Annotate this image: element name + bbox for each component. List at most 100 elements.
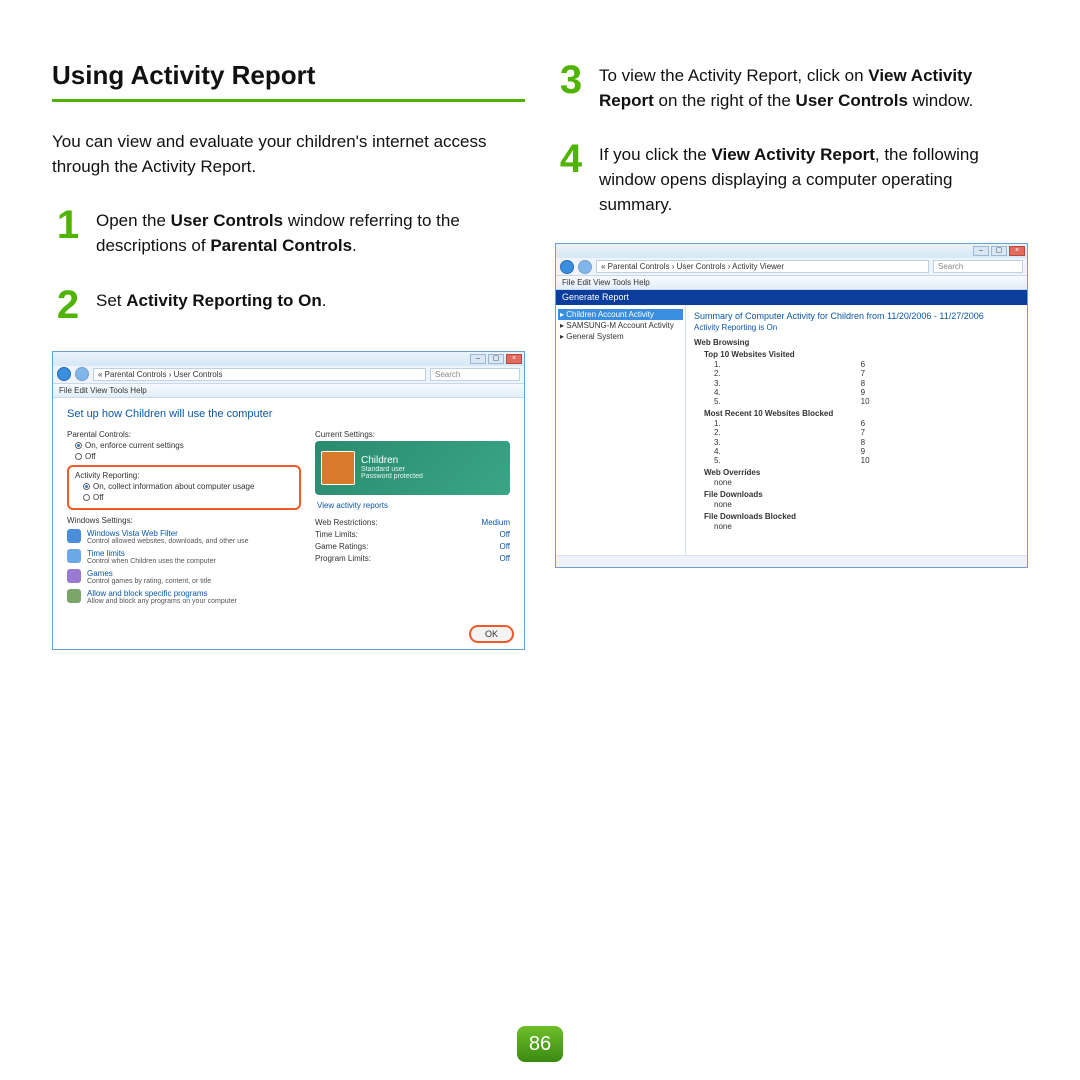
t: Control allowed websites, downloads, and… [87,538,249,545]
setting-games[interactable]: GamesControl games by rating, content, o… [67,569,301,585]
close-button[interactable]: × [1009,246,1025,256]
setting-web-filter[interactable]: Windows Vista Web FilterControl allowed … [67,529,301,545]
setting-allow-block[interactable]: Allow and block specific programsAllow a… [67,589,301,605]
screenshot-user-controls: – ▢ × « Parental Controls › User Control… [52,351,525,650]
tree-panel: ▸ Children Account Activity ▸ SAMSUNG-M … [556,305,686,555]
page-heading: Using Activity Report [52,60,525,91]
t: on the right of the [654,91,796,110]
t: . [322,291,327,310]
setting-value: Time Limits:Off [315,530,510,539]
t: If you click the [599,145,711,164]
t: View Activity Report [711,145,874,164]
t: Children [361,455,423,466]
radio-off[interactable]: Off [75,493,293,502]
radio-on[interactable]: On, collect information about computer u… [75,482,293,491]
subsection-downloads-blocked: File Downloads Blocked [704,512,1019,521]
step-3: 3 To view the Activity Report, click on … [555,60,1028,113]
t: Off [85,452,96,461]
search-input[interactable]: Search [933,260,1023,273]
t: Standard user [361,466,423,473]
globe-icon [67,529,81,543]
maximize-button[interactable]: ▢ [488,354,504,364]
t: Parental Controls [210,236,352,255]
heading-rule [52,99,525,102]
setting-time-limits[interactable]: Time limitsControl when Children uses th… [67,549,301,565]
t: Activity Reporting to On [126,291,322,310]
breadcrumb[interactable]: « Parental Controls › User Controls › Ac… [596,260,929,273]
step-number: 3 [555,60,587,113]
t: Password protected [361,473,423,480]
list-top-sites: 1.2.3.4.5. 678910 [694,360,1019,406]
step-number: 4 [555,139,587,217]
menu-bar[interactable]: File Edit View Tools Help [556,276,1027,290]
intro-text: You can view and evaluate your children'… [52,130,525,179]
generate-report-bar[interactable]: Generate Report [556,290,1027,305]
breadcrumb[interactable]: « Parental Controls › User Controls [93,368,426,381]
report-title: Summary of Computer Activity for Childre… [694,311,1019,321]
back-button[interactable] [560,260,574,274]
radio-on[interactable]: On, enforce current settings [67,441,301,450]
page-number: 86 [517,1026,563,1062]
forward-button[interactable] [578,260,592,274]
radio-off[interactable]: Off [67,452,301,461]
minimize-button[interactable]: – [470,354,486,364]
step-number: 2 [52,285,84,325]
tree-item-general[interactable]: ▸ General System [558,331,683,342]
panel-header: Set up how Children will use the compute… [67,408,510,420]
user-card: Children Standard user Password protecte… [315,441,510,495]
t: To view the Activity Report, click on [599,66,868,85]
tree-item-children[interactable]: ▸ Children Account Activity [558,309,683,320]
t: Allow and block any programs on your com… [87,598,237,605]
view-activity-reports-link[interactable]: View activity reports [317,501,510,510]
section-web-browsing: Web Browsing [694,338,1019,347]
t: Games [87,569,211,578]
subsection-blocked: Most Recent 10 Websites Blocked [704,409,1019,418]
t: Off [93,493,104,502]
tree-item-samsung[interactable]: ▸ SAMSUNG-M Account Activity [558,320,683,331]
t: Windows Vista Web Filter [87,529,249,538]
report-subtitle: Activity Reporting is On [694,323,1019,332]
t: Control when Children uses the computer [87,558,216,565]
avatar [321,451,355,485]
t: Time limits [87,549,216,558]
step-2: 2 Set Activity Reporting to On. [52,285,525,325]
step-4: 4 If you click the View Activity Report,… [555,139,1028,217]
address-bar: « Parental Controls › User Controls Sear… [53,366,524,384]
report-panel: Summary of Computer Activity for Childre… [686,305,1027,555]
programs-icon [67,589,81,603]
t: window. [908,91,973,110]
value-none: none [694,478,1019,487]
group-label: Windows Settings: [67,516,301,525]
forward-button[interactable] [75,367,89,381]
back-button[interactable] [57,367,71,381]
window-titlebar: – ▢ × [53,352,524,366]
t: User Controls [796,91,908,110]
t: . [352,236,357,255]
ok-button[interactable]: OK [469,625,514,643]
dialog-footer: OK [53,619,524,649]
value-none: none [694,500,1019,509]
subsection-downloads: File Downloads [704,490,1019,499]
games-icon [67,569,81,583]
step-1: 1 Open the User Controls window referrin… [52,205,525,258]
subsection-top-sites: Top 10 Websites Visited [704,350,1019,359]
t: On, enforce current settings [85,441,184,450]
search-input[interactable]: Search [430,368,520,381]
setting-value: Program Limits:Off [315,554,510,563]
window-titlebar: – ▢ × [556,244,1027,258]
setting-value: Game Ratings:Off [315,542,510,551]
scrollbar[interactable] [556,555,1027,567]
close-button[interactable]: × [506,354,522,364]
group-label: Current Settings: [315,430,510,439]
value-none: none [694,522,1019,531]
t: User Controls [171,211,283,230]
maximize-button[interactable]: ▢ [991,246,1007,256]
menu-bar[interactable]: File Edit View Tools Help [53,384,524,398]
t: Set [96,291,126,310]
minimize-button[interactable]: – [973,246,989,256]
t: Allow and block specific programs [87,589,237,598]
clock-icon [67,549,81,563]
step-number: 1 [52,205,84,258]
list-blocked-sites: 1.2.3.4.5. 678910 [694,419,1019,465]
t: Open the [96,211,171,230]
